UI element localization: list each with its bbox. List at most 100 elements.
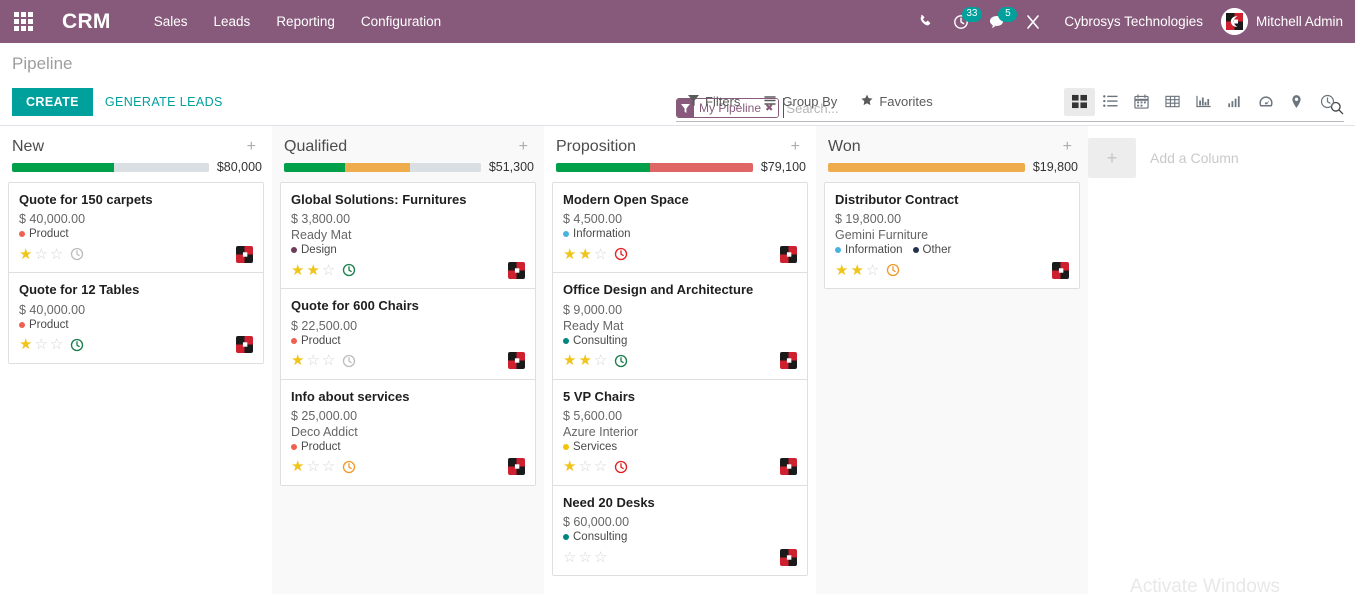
progress-segment-0[interactable]: [12, 163, 114, 172]
view-button-pivot[interactable]: [1157, 88, 1188, 116]
priority-star-1[interactable]: ★: [19, 247, 32, 262]
priority-star-3[interactable]: ☆: [50, 337, 63, 352]
column-progress-bar[interactable]: [12, 163, 209, 172]
priority-star-1[interactable]: ★: [835, 263, 848, 278]
priority-star-3[interactable]: ☆: [50, 247, 63, 262]
breadcrumb[interactable]: Pipeline: [12, 53, 73, 75]
user-avatar[interactable]: [236, 246, 253, 263]
activity-clock-icon-green[interactable]: [70, 338, 84, 352]
view-button-activity[interactable]: [1312, 88, 1343, 116]
create-button[interactable]: CREATE: [12, 88, 93, 116]
kanban-card[interactable]: Quote for 12 Tables$ 40,000.00Product★☆☆: [9, 273, 263, 362]
priority-star-3[interactable]: ☆: [594, 247, 607, 262]
card-tag[interactable]: Services: [563, 441, 617, 453]
priority-star-3[interactable]: ☆: [866, 263, 879, 278]
user-avatar[interactable]: [1052, 262, 1069, 279]
card-tag[interactable]: Other: [913, 244, 952, 256]
user-avatar[interactable]: [780, 549, 797, 566]
activity-clock-icon-red[interactable]: [614, 247, 628, 261]
priority-star-3[interactable]: ☆: [594, 550, 607, 565]
user-menu[interactable]: Mitchell Admin: [1217, 8, 1343, 35]
menu-item-reporting[interactable]: Reporting: [263, 0, 348, 43]
kanban-card[interactable]: Distributor Contract$ 19,800.00Gemini Fu…: [825, 183, 1079, 288]
priority-star-2[interactable]: ★: [306, 263, 319, 278]
card-tag[interactable]: Consulting: [563, 335, 627, 347]
apps-menu-button[interactable]: [0, 0, 46, 43]
activity-clock-icon-gray[interactable]: [342, 354, 356, 368]
priority-star-1[interactable]: ★: [563, 353, 576, 368]
add-card-plus-icon[interactable]: +: [513, 139, 534, 155]
kanban-card[interactable]: Office Design and Architecture$ 9,000.00…: [553, 273, 807, 379]
priority-star-3[interactable]: ☆: [322, 353, 335, 368]
priority-star-2[interactable]: ★: [850, 263, 863, 278]
activity-clock-icon-orange[interactable]: [342, 460, 356, 474]
priority-star-2[interactable]: ☆: [306, 459, 319, 474]
priority-star-2[interactable]: ☆: [34, 247, 47, 262]
filters-menu[interactable]: Filters: [676, 90, 752, 113]
kanban-card[interactable]: Quote for 600 Chairs$ 22,500.00Product★☆…: [281, 289, 535, 379]
menu-item-leads[interactable]: Leads: [201, 0, 264, 43]
activity-clock-icon-gray[interactable]: [70, 247, 84, 261]
priority-star-1[interactable]: ★: [291, 353, 304, 368]
priority-star-2[interactable]: ☆: [578, 459, 591, 474]
column-progress-bar[interactable]: [556, 163, 753, 172]
priority-star-2[interactable]: ☆: [34, 337, 47, 352]
plus-icon[interactable]: +: [1088, 138, 1136, 178]
priority-stars[interactable]: ★★☆: [563, 247, 607, 262]
priority-stars[interactable]: ☆☆☆: [563, 550, 607, 565]
activity-clock-icon-green[interactable]: [342, 263, 356, 277]
activity-clock-icon-red[interactable]: [614, 460, 628, 474]
company-switcher[interactable]: Cybrosys Technologies: [1052, 14, 1215, 29]
user-avatar[interactable]: [508, 352, 525, 369]
card-tag[interactable]: Product: [291, 441, 341, 453]
add-card-plus-icon[interactable]: +: [241, 139, 262, 155]
user-avatar[interactable]: [780, 246, 797, 263]
priority-stars[interactable]: ★★☆: [291, 263, 335, 278]
priority-star-3[interactable]: ☆: [322, 263, 335, 278]
priority-star-2[interactable]: ☆: [578, 550, 591, 565]
priority-stars[interactable]: ★☆☆: [563, 459, 607, 474]
priority-star-1[interactable]: ★: [291, 263, 304, 278]
progress-segment-1[interactable]: [114, 163, 208, 172]
column-title[interactable]: Won: [828, 138, 1057, 156]
priority-star-1[interactable]: ☆: [563, 550, 576, 565]
view-button-kanban[interactable]: [1064, 88, 1095, 116]
priority-star-3[interactable]: ☆: [594, 353, 607, 368]
priority-star-3[interactable]: ☆: [594, 459, 607, 474]
user-avatar[interactable]: [508, 262, 525, 279]
kanban-card[interactable]: Global Solutions: Furnitures$ 3,800.00Re…: [281, 183, 535, 289]
progress-segment-1[interactable]: [650, 163, 752, 172]
view-button-list[interactable]: [1095, 88, 1126, 116]
app-brand-crm[interactable]: CRM: [62, 10, 111, 34]
column-progress-bar[interactable]: [828, 163, 1025, 172]
priority-star-2[interactable]: ★: [578, 353, 591, 368]
card-tag[interactable]: Information: [835, 244, 903, 256]
add-card-plus-icon[interactable]: +: [785, 139, 806, 155]
progress-segment-2[interactable]: [410, 163, 481, 172]
view-button-dashboard[interactable]: [1250, 88, 1281, 116]
user-avatar[interactable]: [780, 352, 797, 369]
priority-stars[interactable]: ★★☆: [835, 263, 879, 278]
debug-menu-button[interactable]: [1016, 0, 1050, 43]
view-button-calendar[interactable]: [1126, 88, 1157, 116]
card-tag[interactable]: Consulting: [563, 531, 627, 543]
column-title[interactable]: New: [12, 138, 241, 156]
view-button-graph[interactable]: [1188, 88, 1219, 116]
card-tag[interactable]: Information: [563, 228, 631, 240]
card-tag[interactable]: Product: [291, 335, 341, 347]
card-tag[interactable]: Product: [19, 228, 69, 240]
menu-item-sales[interactable]: Sales: [141, 0, 201, 43]
progress-segment-0[interactable]: [556, 163, 650, 172]
column-progress-bar[interactable]: [284, 163, 481, 172]
groupby-menu[interactable]: Group By: [752, 90, 849, 113]
priority-stars[interactable]: ★☆☆: [19, 337, 63, 352]
progress-segment-0[interactable]: [284, 163, 345, 172]
card-tag[interactable]: Product: [19, 319, 69, 331]
priority-star-2[interactable]: ☆: [306, 353, 319, 368]
priority-stars[interactable]: ★☆☆: [291, 459, 335, 474]
user-avatar[interactable]: [508, 458, 525, 475]
kanban-card[interactable]: Need 20 Desks$ 60,000.00Consulting☆☆☆: [553, 486, 807, 575]
view-button-map[interactable]: [1281, 88, 1312, 116]
column-title[interactable]: Proposition: [556, 138, 785, 156]
generate-leads-button[interactable]: GENERATE LEADS: [93, 88, 235, 116]
